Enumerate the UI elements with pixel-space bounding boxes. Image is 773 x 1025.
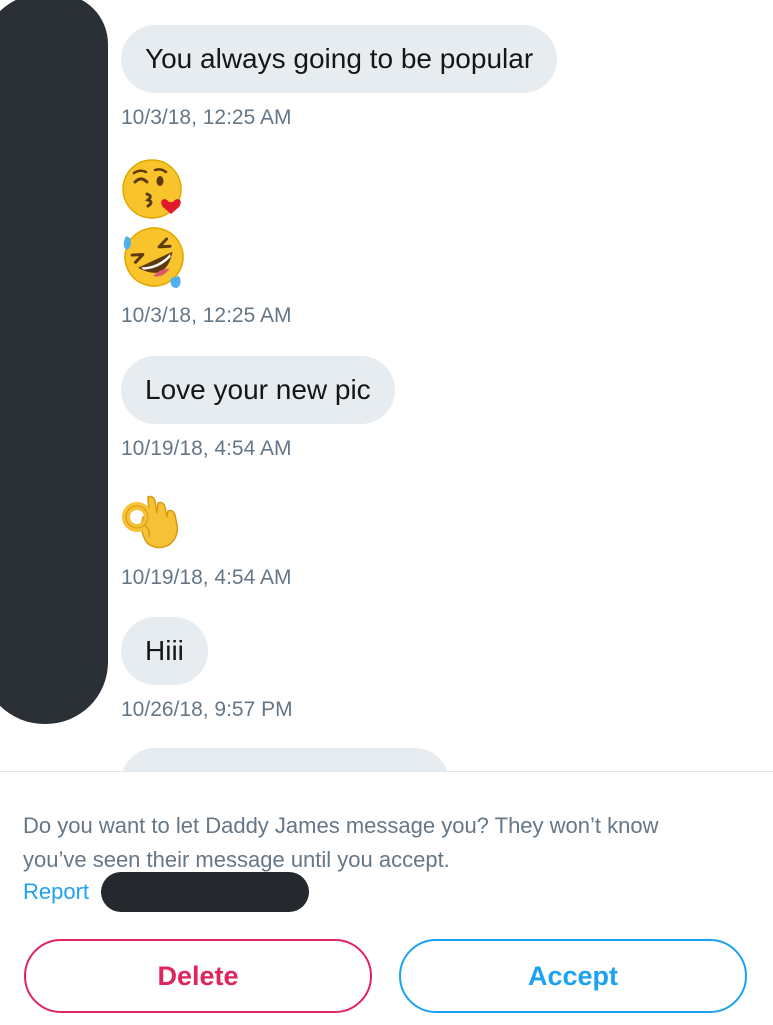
message-text: Love your new pic [145,374,371,405]
accept-button[interactable]: Accept [399,939,747,1013]
message-text: You always going to be popular [145,43,534,74]
accept-button-label: Accept [527,960,619,991]
message-timestamp: 10/3/18, 12:25 AM [121,304,292,327]
message-timestamp: 10/26/18, 9:57 PM [121,698,293,721]
report-link[interactable]: Report [23,877,89,907]
delete-button[interactable]: Delete [24,939,372,1013]
message-timestamp: 10/19/18, 4:54 AM [121,437,292,460]
message-timestamp: 10/3/18, 12:25 AM [121,106,292,129]
redacted-username [101,872,309,912]
rolling-on-floor-laughing-emoji [123,227,184,288]
message-timestamp: 10/19/18, 4:54 AM [121,566,292,589]
message-request-prompt: Do you want to let Daddy James message y… [23,813,659,872]
message-request-panel: Do you want to let Daddy James message y… [0,771,773,1025]
delete-button-label: Delete [157,960,239,991]
message-bubble: You always going to be popular [121,25,558,93]
message-bubble: Hiii [121,617,208,685]
redacted-avatar [60,28,106,82]
face-throwing-kiss-emoji [122,159,182,219]
ok-hand-emoji [122,495,179,549]
redacted-avatar-area [0,0,108,724]
message-bubble: Love your new pic [121,356,395,424]
message-text: Hiii [145,635,184,666]
